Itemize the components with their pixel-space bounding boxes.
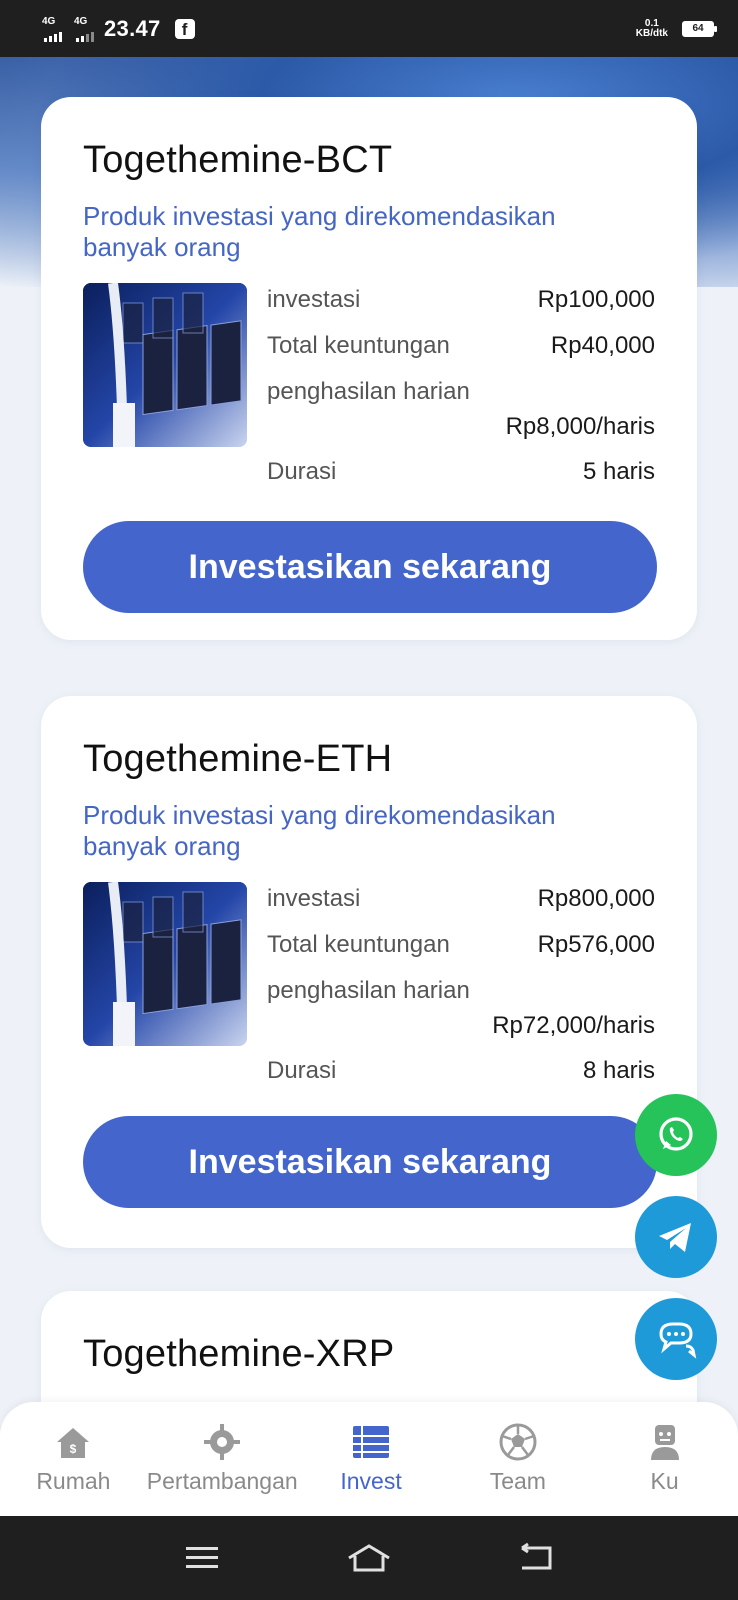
nav-label: Pertambangan bbox=[146, 1468, 298, 1494]
menu-icon[interactable] bbox=[182, 1542, 222, 1574]
harian-label: penghasilan harian bbox=[267, 977, 470, 1004]
back-icon[interactable] bbox=[516, 1542, 556, 1574]
nav-label: Ku bbox=[650, 1468, 679, 1494]
user-icon bbox=[650, 1425, 679, 1460]
harian-value: Rp8,000/haris bbox=[505, 413, 655, 440]
harian-label: penghasilan harian bbox=[267, 378, 470, 405]
durasi-value: 5 haris bbox=[582, 458, 655, 485]
investasi-value: Rp100,000 bbox=[537, 286, 655, 313]
football-icon bbox=[499, 1423, 537, 1461]
mining-rig-icon bbox=[83, 882, 247, 1046]
keuntungan-value: Rp576,000 bbox=[537, 931, 655, 958]
nav-item-ku[interactable]: Ku bbox=[591, 1402, 738, 1516]
system-nav-bar bbox=[0, 1516, 738, 1600]
telegram-icon bbox=[659, 1223, 691, 1252]
nav-label: Invest bbox=[340, 1468, 402, 1494]
telegram-button[interactable] bbox=[635, 1196, 717, 1278]
battery-icon: 64 bbox=[682, 20, 717, 37]
product-card-bct: Togethemine-BCT Produk investasi yang di… bbox=[41, 97, 697, 640]
nav-item-invest[interactable]: Invest bbox=[298, 1402, 445, 1516]
whatsapp-icon bbox=[659, 1117, 693, 1151]
net-speed-unit: KB/dtk bbox=[635, 27, 668, 39]
status-bar: 4G 4G 23.47 f 0.1 KB/dtk 64 bbox=[0, 0, 738, 57]
invest-now-button[interactable]: Investasikan sekarang bbox=[83, 521, 657, 613]
harian-value: Rp72,000/haris bbox=[492, 1012, 655, 1039]
product-title: Togethemine-BCT bbox=[83, 139, 393, 181]
whatsapp-button[interactable] bbox=[635, 1094, 717, 1176]
nav-item-rumah[interactable]: $ Rumah bbox=[0, 1402, 147, 1516]
keuntungan-value: Rp40,000 bbox=[550, 332, 655, 359]
home-icon: $ bbox=[57, 1428, 90, 1458]
investasi-label: investasi bbox=[267, 885, 361, 912]
chat-button[interactable] bbox=[635, 1298, 717, 1380]
chat-icon bbox=[659, 1322, 697, 1359]
product-title: Togethemine-ETH bbox=[83, 738, 393, 780]
durasi-value: 8 haris bbox=[582, 1057, 655, 1084]
durasi-label: Durasi bbox=[267, 1057, 337, 1084]
net-speed-value: 0.1 bbox=[644, 17, 659, 29]
list-icon bbox=[353, 1426, 390, 1458]
keuntungan-label: Total keuntungan bbox=[267, 931, 450, 958]
investasi-value: Rp800,000 bbox=[537, 885, 655, 912]
nav-label: Rumah bbox=[36, 1468, 111, 1494]
svg-text:$: $ bbox=[70, 1442, 77, 1456]
bottom-nav: $ Rumah Pertambangan Invest Team Ku bbox=[0, 1402, 738, 1516]
signal-2-label: 4G bbox=[74, 15, 88, 27]
clock: 23.47 bbox=[104, 15, 161, 41]
nav-item-team[interactable]: Team bbox=[444, 1402, 591, 1516]
mining-rig-image bbox=[83, 283, 247, 447]
signal-1: 4G bbox=[42, 16, 62, 42]
signal-2: 4G bbox=[74, 16, 94, 42]
network-speed: 0.1 KB/dtk bbox=[635, 17, 668, 39]
signal-bars-icon bbox=[74, 31, 94, 42]
product-subtitle: Produk investasi yang direkomendasikan b… bbox=[83, 201, 556, 262]
signal-1-label: 4G bbox=[42, 15, 56, 27]
keuntungan-label: Total keuntungan bbox=[267, 332, 450, 359]
product-subtitle: Produk investasi yang direkomendasikan b… bbox=[83, 800, 556, 861]
nav-item-pertambangan[interactable]: Pertambangan bbox=[147, 1402, 298, 1516]
home-nav-icon[interactable] bbox=[345, 1542, 393, 1574]
invest-now-button[interactable]: Investasikan sekarang bbox=[83, 1116, 657, 1208]
mining-rig-image bbox=[83, 882, 247, 1046]
nav-label: Team bbox=[489, 1468, 546, 1494]
mining-rig-icon bbox=[83, 283, 247, 447]
investasi-label: investasi bbox=[267, 286, 361, 313]
facebook-icon: f bbox=[174, 18, 195, 39]
mining-icon bbox=[204, 1424, 241, 1460]
signal-bars-icon bbox=[42, 31, 62, 42]
product-card-eth: Togethemine-ETH Produk investasi yang di… bbox=[41, 696, 697, 1248]
durasi-label: Durasi bbox=[267, 458, 337, 485]
product-title: Togethemine-XRP bbox=[83, 1333, 395, 1375]
